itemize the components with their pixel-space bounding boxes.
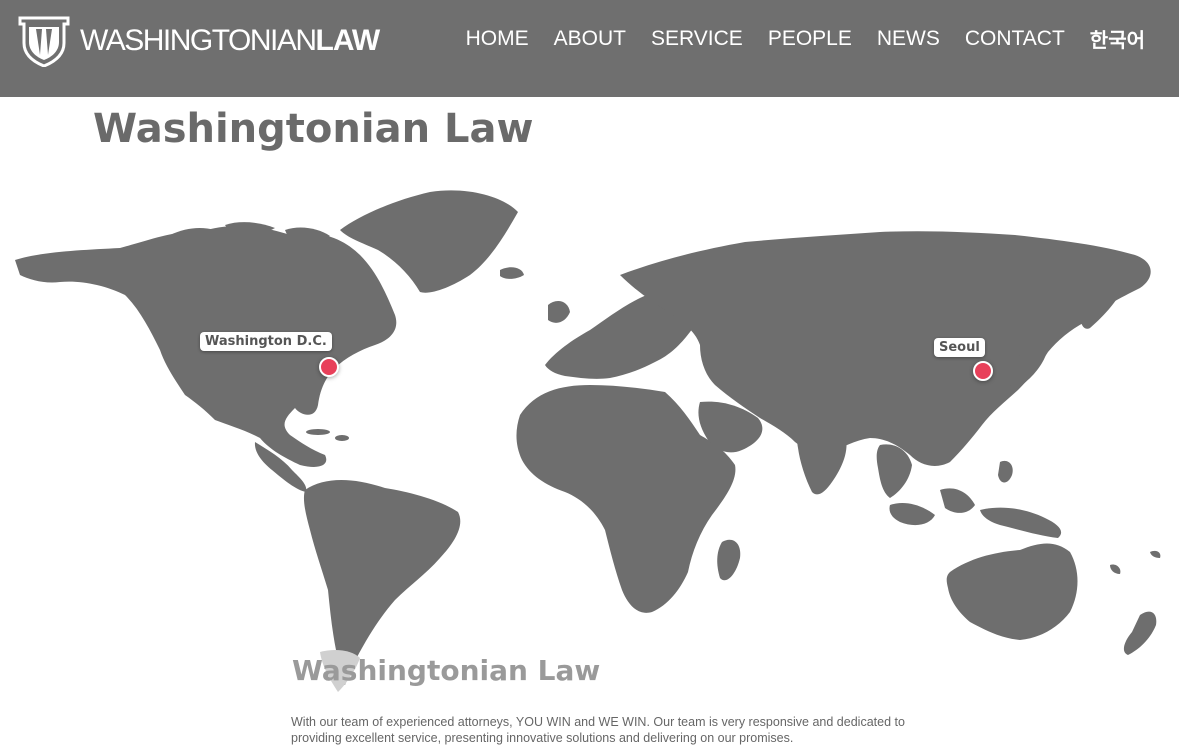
nav-news[interactable]: NEWS [877,27,940,51]
map-marker-label-seoul: Seoul [934,338,985,357]
nav-language-korean[interactable]: 한국어 [1090,24,1145,53]
map-marker-seoul[interactable] [973,361,993,381]
nav-service[interactable]: SERVICE [651,27,743,51]
australia-shape [946,543,1078,640]
nav-about[interactable]: ABOUT [554,27,626,51]
section-description: With our team of experienced attorneys, … [291,715,905,745]
nav-people[interactable]: PEOPLE [768,27,852,51]
main-nav: HOME ABOUT SERVICE PEOPLE NEWS CONTACT 한… [466,24,1145,53]
map-marker-label-washington-dc: Washington D.C. [200,332,332,351]
page-title: Washingtonian Law [93,106,534,152]
site-logo[interactable]: WASHINGTONIANLAW [18,15,381,67]
india-shape [796,419,847,495]
logo-wordmark-bold: LAW [315,24,381,57]
asia-shape [620,231,1151,466]
pillar-shield-icon [18,16,70,67]
world-map-graphic [15,190,1161,692]
logo-wordmark-light: WASHINGTONIAN [80,24,317,57]
map-marker-washington-dc[interactable] [319,357,339,377]
nav-home[interactable]: HOME [466,27,529,51]
world-map: Washington D.C. Seoul [0,180,1179,700]
section-title: Washingtonian Law [292,654,601,687]
nav-contact[interactable]: CONTACT [965,27,1065,51]
site-header: WASHINGTONIANLAW HOME ABOUT SERVICE PEOP… [0,0,1179,97]
logo-wordmark: WASHINGTONIANLAW [80,24,381,57]
